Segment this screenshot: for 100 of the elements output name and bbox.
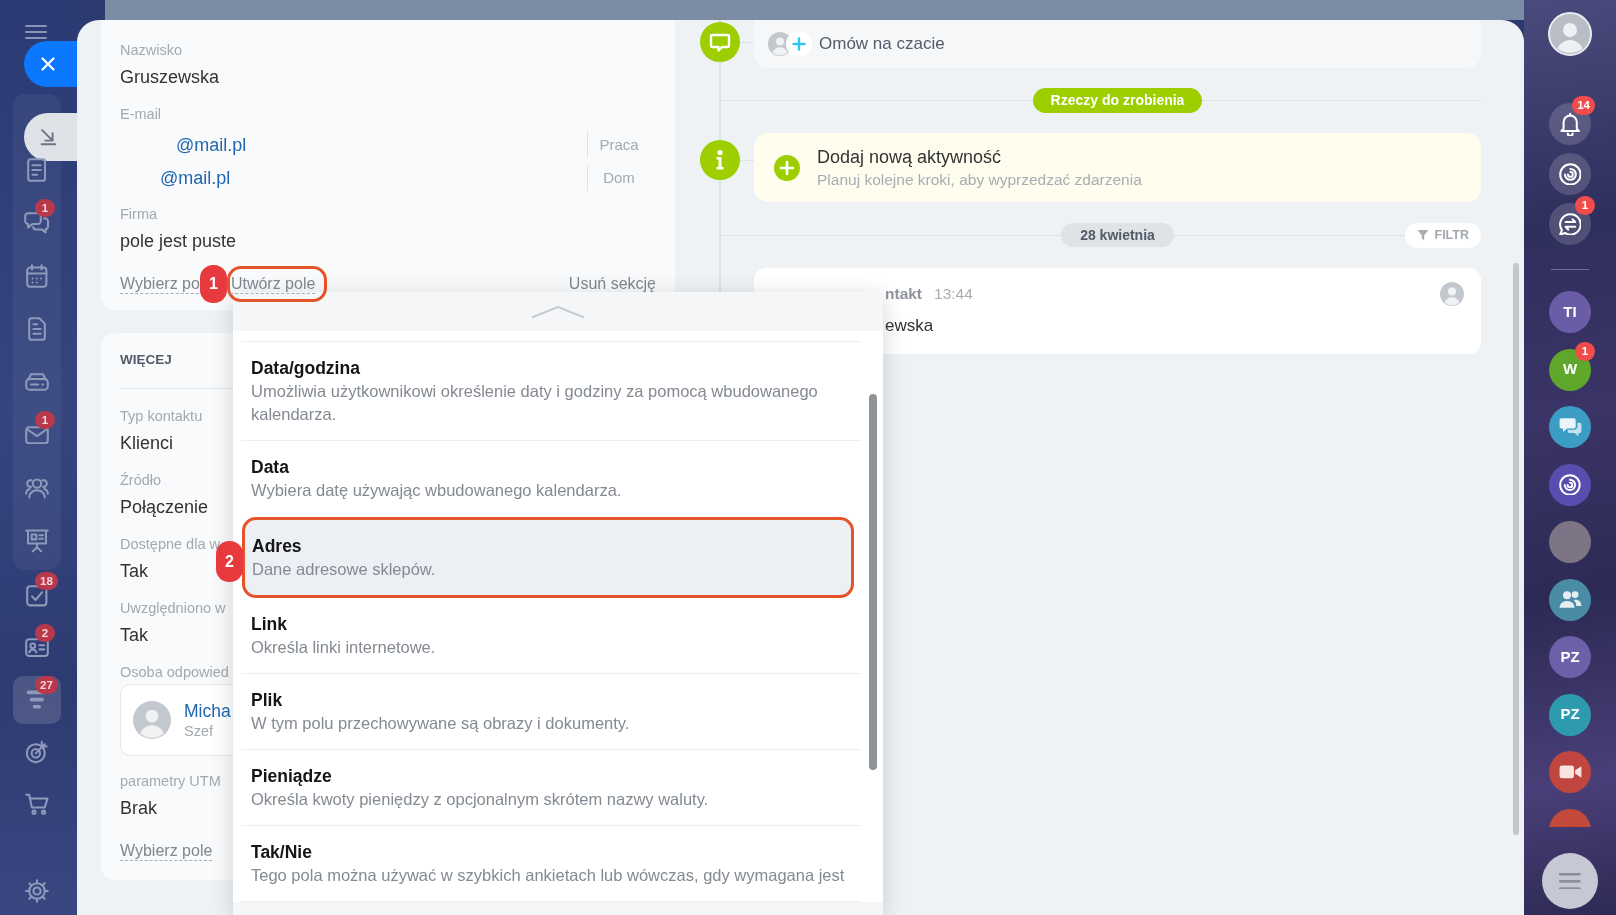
chat-avatar[interactable] xyxy=(1549,406,1591,448)
option-title: Plik xyxy=(251,689,283,712)
chat-avatar[interactable] xyxy=(1549,578,1591,621)
gear-icon[interactable] xyxy=(25,879,49,903)
field-type-option[interactable]: Data/godzina Umożliwia użytkownikowi określenie daty i godziny za pomocą wbudowanego kalendarza. xyxy=(241,342,861,441)
notification-counter: 1 xyxy=(35,411,55,429)
action-link[interactable]: Wybierz po xyxy=(120,274,200,294)
sidebar-button[interactable] xyxy=(1549,203,1591,245)
notification-counter: 1 xyxy=(1575,341,1595,361)
option-title: Adres xyxy=(252,535,302,558)
video-camera-icon xyxy=(1558,765,1582,779)
cart-icon xyxy=(25,793,49,815)
option-description: Określa kwoty pieniędzy z opcjonalnym skrótem nazwy waluty. xyxy=(251,789,710,810)
spiral-icon xyxy=(1558,162,1582,186)
chat-icon xyxy=(24,211,50,235)
people-icon xyxy=(1558,590,1582,609)
photo-placeholder[interactable] xyxy=(1549,521,1591,563)
scrollbar[interactable] xyxy=(1513,263,1519,835)
contact-card-icon xyxy=(25,638,49,658)
field-value: Klienci xyxy=(120,432,174,455)
field-value: Połączenie xyxy=(120,496,209,519)
user-avatar-icon[interactable] xyxy=(1548,12,1592,56)
menu-button[interactable] xyxy=(1542,853,1598,909)
minimize-button[interactable] xyxy=(24,113,77,161)
option-title: Tak/Nie xyxy=(251,841,312,864)
field-type-option[interactable]: Data Wybiera datę używając wbudowanego kalendarza. xyxy=(241,441,861,517)
close-button[interactable] xyxy=(24,41,77,87)
target-icon xyxy=(25,740,49,764)
field-label: Źródło xyxy=(120,471,162,490)
field-type-option[interactable]: Link Określa linki internetowe. xyxy=(241,598,861,674)
field-type-option[interactable]: Pieniądze Określa kwoty pieniędzy z opcjonalnym skrótem nazwy waluty. xyxy=(241,750,861,826)
date-tag: 28 kwietnia xyxy=(1061,223,1174,247)
chat-avatar[interactable]: TI xyxy=(1549,291,1591,333)
notification-counter: 2 xyxy=(35,624,55,642)
presentation-icon xyxy=(25,528,49,554)
menu-icon[interactable] xyxy=(25,25,47,39)
field-label: Osoba odpowied xyxy=(120,663,229,682)
action-link[interactable]: Wybierz pole xyxy=(120,841,213,861)
menu-icon xyxy=(1559,872,1581,890)
activity-title: Dodaj nową aktywność xyxy=(817,146,1002,169)
document-icon xyxy=(28,317,46,341)
scrollbar[interactable] xyxy=(869,394,877,770)
notification-counter: 1 xyxy=(1575,196,1595,215)
option-title: Pieniądze xyxy=(251,765,332,788)
people-icon xyxy=(25,477,49,499)
person-role: Szef xyxy=(184,722,213,740)
sidebar-button[interactable] xyxy=(1549,153,1591,195)
field-label: Typ kontaktu xyxy=(120,407,203,426)
event-time: 13:44 xyxy=(934,284,973,305)
chat-avatar[interactable]: PZ xyxy=(1549,693,1591,736)
field-type-option[interactable]: Plik W tym polu przechowywane są obrazy i dokumenty. xyxy=(241,674,861,750)
arrow-down-right-icon xyxy=(40,128,57,146)
chat-avatar[interactable] xyxy=(1549,463,1591,506)
notification-counter: 18 xyxy=(35,572,58,590)
drive-icon xyxy=(25,373,49,391)
field-value: pole jest puste xyxy=(120,230,237,253)
mail-icon xyxy=(25,425,49,445)
document-list-icon xyxy=(27,158,47,182)
chat-avatar[interactable] xyxy=(1549,751,1591,793)
sidebar-item[interactable]: 27 xyxy=(13,676,61,724)
calendar-icon xyxy=(26,264,48,288)
sidebar-item[interactable]: 1 xyxy=(13,199,61,247)
bell-icon xyxy=(1559,112,1581,136)
chat-icon xyxy=(700,22,740,62)
email-type-label: Praca xyxy=(587,131,650,158)
chat-avatar[interactable]: PZ xyxy=(1549,636,1591,678)
field-label: Uwzględniono w xyxy=(120,599,226,618)
notification-counter: 1 xyxy=(35,199,55,217)
new-activity-card[interactable]: Dodaj nową aktywność Planuj kolejne kroki, aby wyprzedzać zdarzenia xyxy=(754,133,1481,202)
add-icon[interactable] xyxy=(786,31,812,57)
event-title: ntakt xyxy=(885,284,923,305)
email-link[interactable]: @mail.pl xyxy=(176,131,247,158)
field-type-option[interactable]: Adres Dane adresowe sklepów. xyxy=(242,517,854,598)
sidebar-item[interactable]: 18 xyxy=(13,572,61,620)
option-title: Data/godzina xyxy=(251,357,360,380)
filter-icon xyxy=(1416,229,1429,241)
notification-counter: 14 xyxy=(1572,96,1595,115)
user-avatar-icon xyxy=(133,701,171,739)
chat-prompt-card[interactable]: Omów na czacie xyxy=(754,20,1481,68)
person-name-link[interactable]: Micha xyxy=(184,700,231,722)
option-title: Data xyxy=(251,456,289,479)
field-label: E-mail xyxy=(120,105,162,124)
field-value: Brak xyxy=(120,797,157,820)
sidebar-item[interactable]: 2 xyxy=(13,624,61,672)
field-value: Tak xyxy=(120,624,148,647)
field-value: Tak xyxy=(120,560,148,583)
option-description: W tym polu przechowywane są obrazy i dokumenty. xyxy=(251,713,631,734)
close-icon xyxy=(41,57,55,71)
chat-prompt-text: Omów na czacie xyxy=(819,33,945,56)
todo-tag: Rzeczy do zrobienia xyxy=(1032,88,1203,113)
email-link[interactable]: @mail.pl xyxy=(160,164,231,191)
option-description: Tego pola można używać w szybkich ankietach lub wówczas, gdy wymagana jest xyxy=(251,865,846,886)
email-type-label: Dom xyxy=(587,164,650,191)
notification-counter: 27 xyxy=(35,676,58,694)
action-link[interactable]: Usuń sekcję xyxy=(568,274,656,294)
field-label: parametry UTM xyxy=(120,772,221,791)
sidebar-item[interactable]: 1 xyxy=(13,411,61,459)
sidebar-button[interactable] xyxy=(1549,103,1591,145)
option-description: Określa linki internetowe. xyxy=(251,637,437,658)
field-label: Firma xyxy=(120,205,158,224)
